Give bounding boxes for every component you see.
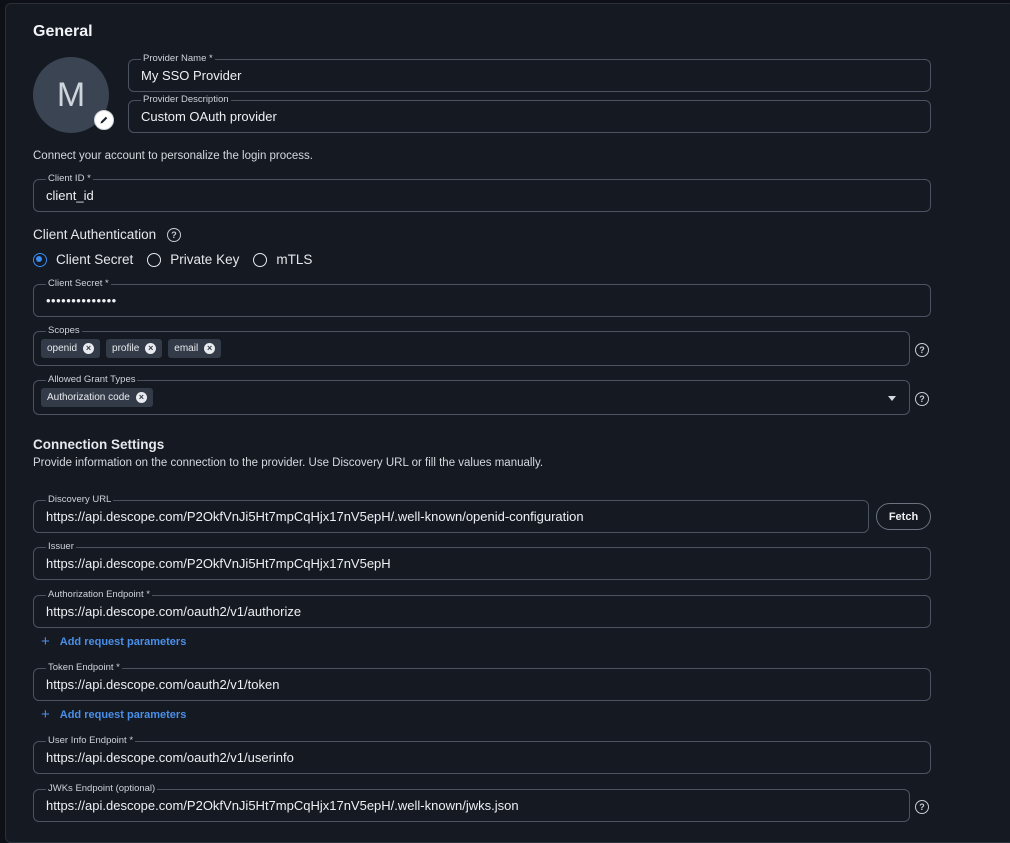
connection-description: Provide information on the connection to… <box>33 457 544 469</box>
caret-down-icon[interactable] <box>888 396 896 401</box>
scope-chip: profile × <box>106 339 163 358</box>
close-circle-icon[interactable]: × <box>145 343 157 354</box>
add-request-parameters-link[interactable]: + Add request parameters <box>41 633 186 650</box>
client-secret-field[interactable]: Client Secret * •••••••••••••• <box>33 277 931 317</box>
pencil-icon[interactable] <box>94 110 114 130</box>
token-endpoint-value: https://api.descope.com/oauth2/v1/token <box>46 677 280 692</box>
client-secret-value: •••••••••••••• <box>46 293 117 308</box>
radio-unselected-icon <box>147 252 162 267</box>
radio-client-secret[interactable]: Client Secret <box>33 252 133 267</box>
radio-label: Client Secret <box>56 252 134 267</box>
avatar-initial: M <box>56 75 86 114</box>
issuer-field[interactable]: Issuer https://api.descope.com/P2OkfVnJi… <box>33 540 931 580</box>
authorization-endpoint-value: https://api.descope.com/oauth2/v1/author… <box>46 604 302 619</box>
userinfo-endpoint-value: https://api.descope.com/oauth2/v1/userin… <box>46 750 294 765</box>
close-circle-icon[interactable]: × <box>204 343 216 354</box>
client-id-field[interactable]: Client ID * client_id <box>33 172 931 212</box>
provider-name-field[interactable]: Provider Name * My SSO Provider <box>128 52 931 92</box>
provider-name-value: My SSO Provider <box>141 68 242 83</box>
grant-type-chip: Authorization code × <box>41 388 153 407</box>
chip-label: Authorization code <box>47 392 130 403</box>
add-params-label: Add request parameters <box>59 708 187 721</box>
plus-icon: + <box>41 633 50 650</box>
radio-label: mTLS <box>276 252 313 267</box>
help-circle-icon[interactable]: ? <box>167 228 181 242</box>
section-title-connection: Connection Settings <box>33 437 165 452</box>
connect-helper-text: Connect your account to personalize the … <box>33 150 313 162</box>
jwks-endpoint-value: https://api.descope.com/P2OkfVnJi5Ht7mpC… <box>46 798 519 813</box>
chip-label: profile <box>112 343 140 354</box>
grant-types-select[interactable]: Allowed Grant Types Authorization code × <box>33 373 910 415</box>
add-request-parameters-link[interactable]: + Add request parameters <box>41 706 186 723</box>
userinfo-endpoint-field[interactable]: User Info Endpoint * https://api.descope… <box>33 734 931 774</box>
fetch-button[interactable]: Fetch <box>876 503 931 530</box>
section-title-general: General <box>33 23 93 40</box>
scope-chip: openid × <box>41 339 101 358</box>
jwks-endpoint-field[interactable]: JWKs Endpoint (optional) https://api.des… <box>33 782 910 822</box>
client-auth-radio-group: Client Secret Private Key mTLS <box>33 252 326 267</box>
chip-label: openid <box>47 343 78 354</box>
scopes-field[interactable]: Scopes openid × profile × email × <box>33 324 910 366</box>
radio-label: Private Key <box>170 252 240 267</box>
plus-icon: + <box>41 706 50 723</box>
discovery-url-field[interactable]: Discovery URL https://api.descope.com/P2… <box>33 493 869 533</box>
chip-label: email <box>174 343 199 354</box>
help-circle-icon[interactable]: ? <box>915 800 929 814</box>
provider-description-value: Custom OAuth provider <box>141 109 277 124</box>
authorization-endpoint-field[interactable]: Authorization Endpoint * https://api.des… <box>33 588 931 628</box>
add-params-label: Add request parameters <box>59 635 187 648</box>
token-endpoint-field[interactable]: Token Endpoint * https://api.descope.com… <box>33 661 931 701</box>
radio-unselected-icon <box>253 252 268 267</box>
help-circle-icon[interactable]: ? <box>915 343 929 357</box>
client-auth-title: Client Authentication <box>33 227 157 242</box>
radio-selected-icon <box>33 252 47 267</box>
close-circle-icon[interactable]: × <box>83 343 95 354</box>
help-circle-icon[interactable]: ? <box>915 392 929 406</box>
discovery-url-value: https://api.descope.com/P2OkfVnJi5Ht7mpC… <box>46 509 584 524</box>
issuer-value: https://api.descope.com/P2OkfVnJi5Ht7mpC… <box>46 556 391 571</box>
provider-description-field[interactable]: Provider Description Custom OAuth provid… <box>128 93 931 133</box>
radio-mtls[interactable]: mTLS <box>253 252 312 267</box>
client-id-value: client_id <box>46 188 94 203</box>
scope-chip: email × <box>168 339 222 358</box>
close-circle-icon[interactable]: × <box>135 392 147 403</box>
radio-private-key[interactable]: Private Key <box>147 252 239 267</box>
